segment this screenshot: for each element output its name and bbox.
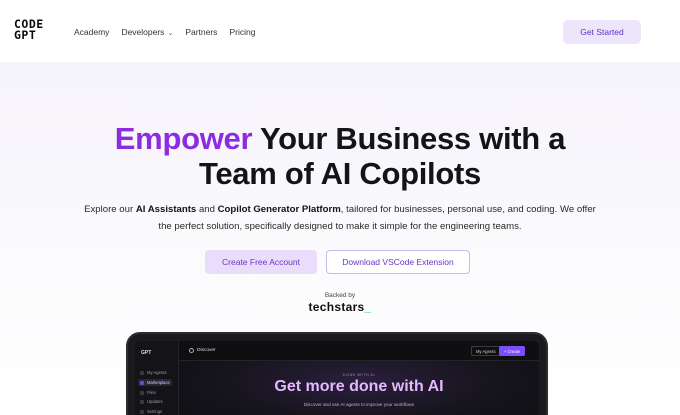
compass-icon xyxy=(189,348,194,353)
preview-sidebar-item-files: Files xyxy=(140,390,156,395)
preview-discover-title: Discover xyxy=(189,348,216,353)
nav-link-developers-label: Developers xyxy=(121,27,165,37)
headline-part-1: Your Business with a xyxy=(252,121,566,156)
nav-links: Academy Developers ⌄ Partners Pricing xyxy=(74,27,267,37)
download-vscode-button[interactable]: Download VSCode Extension xyxy=(326,250,470,274)
files-icon xyxy=(140,390,144,395)
preview-sidebar-item-my-agents: My Agents xyxy=(140,370,167,375)
preview-title: Get more done with AI xyxy=(274,378,444,395)
nav-link-academy[interactable]: Academy xyxy=(74,27,109,37)
create-free-account-button[interactable]: Create Free Account xyxy=(205,250,317,274)
nav-link-partners[interactable]: Partners xyxy=(185,27,217,37)
techstars-underscore: _ xyxy=(364,300,372,314)
preview-description: Discover and use AI agents to improve yo… xyxy=(303,402,415,407)
preview-sidebar-item-marketplace: Marketplace xyxy=(138,379,172,386)
preview-my-agents-button: My Agents xyxy=(471,346,501,356)
preview-sidebar-item-updates: Updates xyxy=(140,399,163,404)
nav-link-pricing[interactable]: Pricing xyxy=(229,27,255,37)
backed-by-label: Backed by xyxy=(324,292,356,299)
logo-line-2: GPT xyxy=(14,28,37,42)
marketplace-icon xyxy=(140,380,144,385)
top-navbar: CODE GPT Academy Developers ⌄ Partners Pr… xyxy=(0,0,680,62)
get-started-button[interactable]: Get Started xyxy=(563,20,641,44)
agents-icon xyxy=(140,370,144,375)
settings-icon xyxy=(140,409,144,414)
techstars-text: techstars xyxy=(308,300,365,314)
sub-bold-1: AI Assistants xyxy=(135,204,197,215)
preview-sidebar: GPT My Agents Marketplace Files Updates … xyxy=(135,341,179,415)
preview-sidebar-label: Files xyxy=(147,390,156,395)
preview-small-label: DONE WITH AI xyxy=(342,373,376,377)
codegpt-logo[interactable]: CODE GPT xyxy=(14,18,56,43)
headline-accent: Empower xyxy=(114,121,253,156)
chevron-down-icon: ⌄ xyxy=(167,30,174,37)
preview-sidebar-label: Updates xyxy=(147,399,163,404)
preview-logo: GPT xyxy=(141,350,152,356)
preview-create-button: + Create xyxy=(499,346,525,356)
preview-sidebar-label: My Agents xyxy=(147,370,167,375)
sub-bold-2: Copilot Generator Platform xyxy=(217,204,341,215)
preview-sidebar-label: Marketplace xyxy=(147,380,170,385)
hero-subtitle: Explore our AI Assistants and Copilot Ge… xyxy=(80,201,600,235)
preview-sidebar-label: Settings xyxy=(147,409,163,414)
preview-hero: DONE WITH AI Get more done with AI Disco… xyxy=(179,361,539,415)
app-preview-laptop: GPT My Agents Marketplace Files Updates … xyxy=(126,332,548,415)
updates-icon xyxy=(140,399,144,404)
app-preview-screen: GPT My Agents Marketplace Files Updates … xyxy=(135,341,539,415)
preview-topbar: Discover My Agents + Create xyxy=(179,341,539,361)
sub-text-2: and xyxy=(196,204,218,215)
nav-link-developers[interactable]: Developers ⌄ xyxy=(121,27,173,37)
techstars-logo: techstars_ xyxy=(0,300,680,314)
sub-text-1: Explore our xyxy=(84,204,136,215)
preview-discover-label: Discover xyxy=(197,348,216,353)
preview-sidebar-item-settings: Settings xyxy=(140,409,162,414)
headline-part-2: Team of AI Copilots xyxy=(199,156,481,191)
hero-headline: Empower Your Business with a Team of AI … xyxy=(0,121,680,191)
